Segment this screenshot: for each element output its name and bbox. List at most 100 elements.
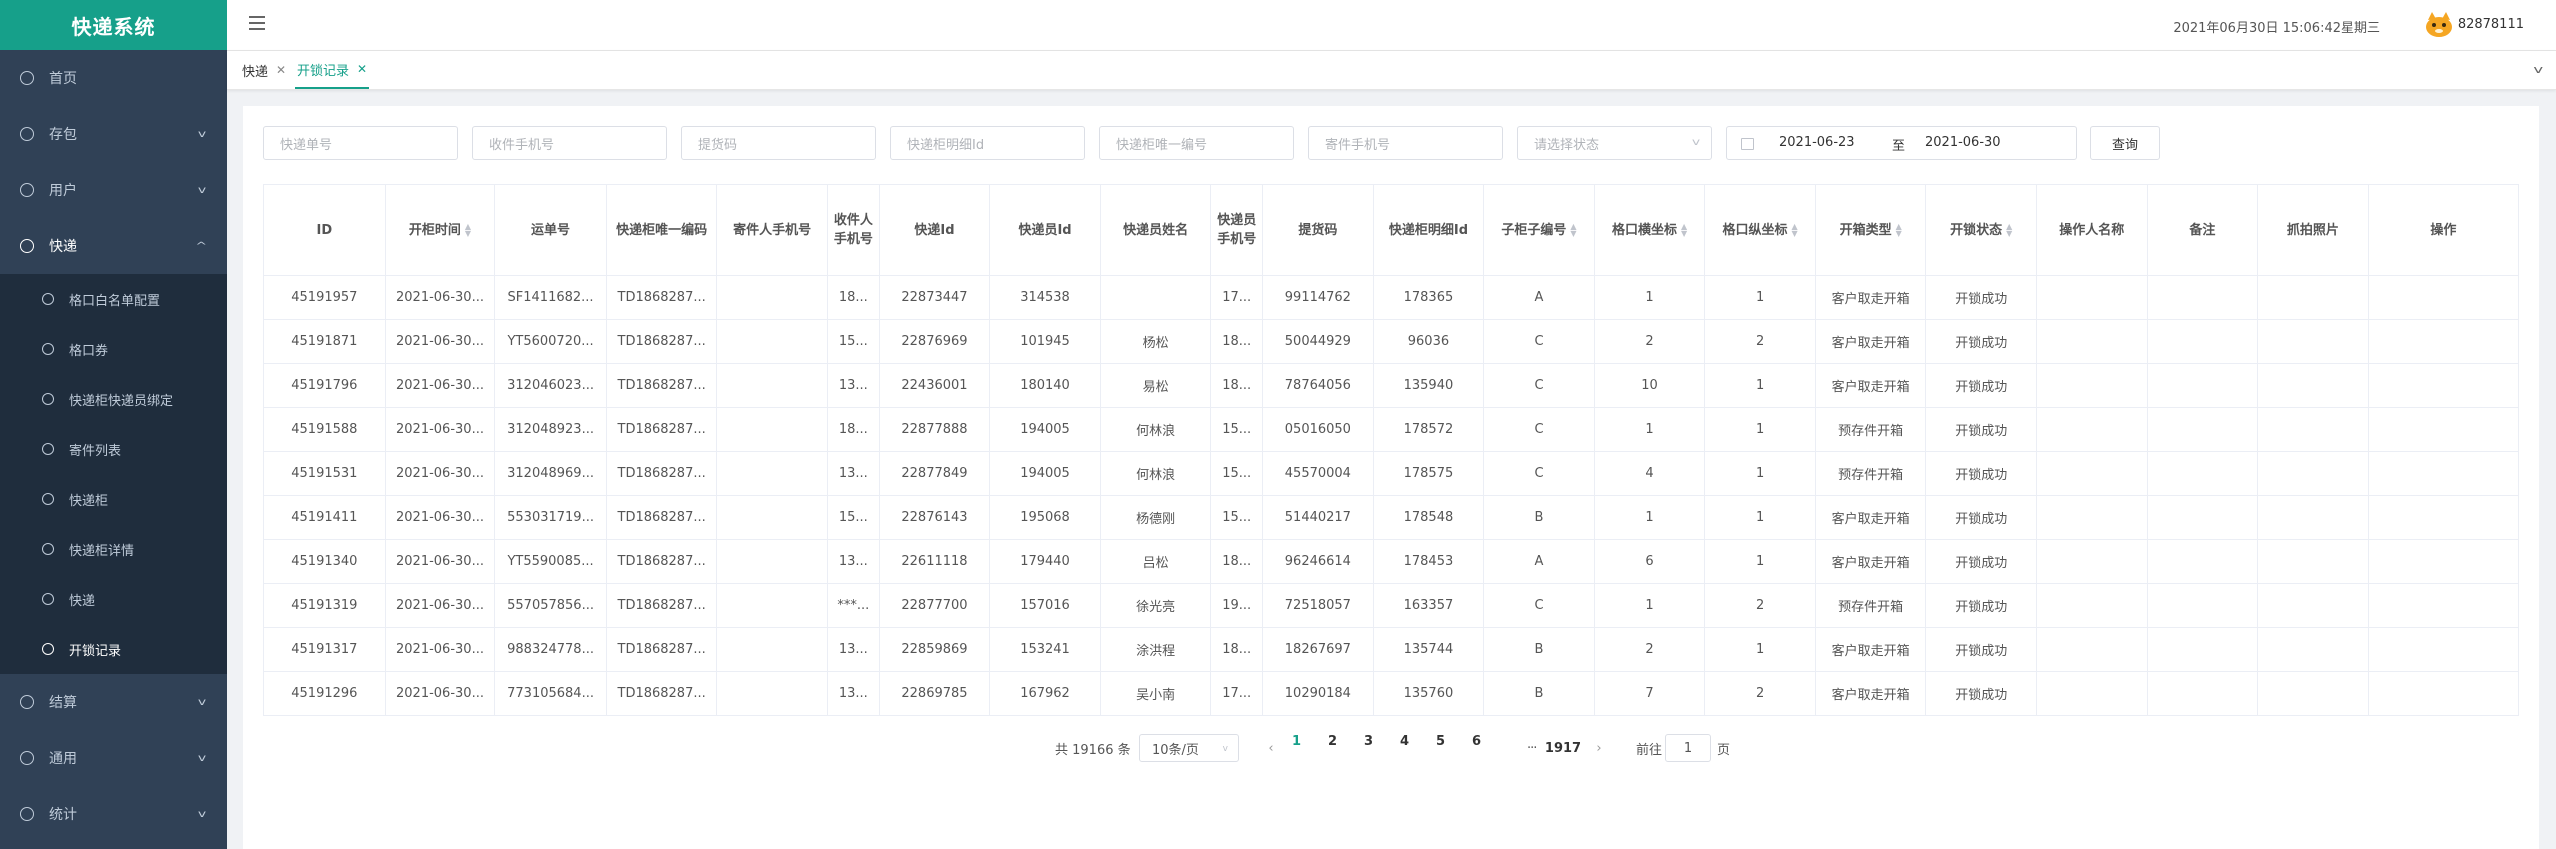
circle-icon — [20, 183, 34, 197]
tab-kuaidi[interactable]: 快递 ✕ — [242, 51, 286, 89]
table-cell: 45570004 — [1262, 451, 1374, 496]
table-row[interactable]: 45191296 2021-06-30... 773105684... TD18682… — [263, 671, 2520, 716]
table-row[interactable]: 45191796 2021-06-30... 312046023... TD18682… — [263, 363, 2520, 408]
table-cell — [2146, 275, 2259, 320]
submenu-item-kuaidi[interactable]: 快递 — [0, 574, 227, 624]
column-header[interactable]: 子柜子编号 ▲ ▼ — [1483, 184, 1595, 276]
table-cell: 195068 — [989, 495, 1101, 540]
table-row[interactable]: 45191957 2021-06-30... SF1411682... TD18682… — [263, 275, 2520, 320]
table-cell: 96246614 — [1262, 539, 1374, 584]
page-size-select[interactable]: 10条/页 v — [1139, 734, 1239, 762]
close-icon[interactable]: ✕ — [357, 62, 367, 76]
date-range-picker[interactable]: 2021-06-23 至 2021-06-30 — [1726, 126, 2077, 160]
table-cell: 312048969... — [494, 451, 607, 496]
column-header[interactable]: 格口纵坐标 ▲ ▼ — [1704, 184, 1816, 276]
sidebar-item-label: 通用 — [49, 751, 77, 767]
app-logo: 快递系统 — [0, 0, 227, 50]
table-cell: 易松 — [1099, 363, 1212, 408]
page-number[interactable]: 4 — [1400, 734, 1430, 762]
hamburger-icon[interactable] — [249, 16, 265, 32]
sort-icon[interactable]: ▲ ▼ — [2006, 223, 2012, 238]
sidebar-item-stats[interactable]: 统计 v — [0, 786, 227, 842]
close-icon[interactable]: ✕ — [276, 63, 286, 77]
table-cell — [2367, 539, 2520, 584]
prev-page-icon[interactable]: ‹ — [1259, 734, 1283, 762]
table-row[interactable]: 45191319 2021-06-30... 557057856... TD18682… — [263, 583, 2520, 628]
table-row[interactable]: 45191531 2021-06-30... 312048969... TD18682… — [263, 451, 2520, 496]
sort-icon[interactable]: ▲ ▼ — [465, 223, 471, 238]
sidebar-item-home[interactable]: 首页 — [0, 50, 227, 106]
table-row[interactable]: 45191871 2021-06-30... YT5600720... TD18682… — [263, 319, 2520, 364]
table-cell: 96036 — [1372, 319, 1485, 364]
sort-icon[interactable]: ▲ ▼ — [1570, 223, 1576, 238]
cabinet-code-input[interactable]: 快递柜唯一编号 — [1099, 126, 1294, 160]
column-header[interactable]: 开柜时间 ▲ ▼ — [384, 184, 496, 276]
column-header: 快递Id — [878, 184, 991, 276]
waybill-input[interactable]: 快递单号 — [263, 126, 458, 160]
table-row[interactable]: 45191411 2021-06-30... 553031719... TD18682… — [263, 495, 2520, 540]
date-start[interactable]: 2021-06-23 — [1779, 135, 1855, 150]
sort-icon[interactable]: ▲ ▼ — [1792, 223, 1798, 238]
column-header-label: 格口纵坐标 — [1722, 222, 1788, 238]
submenu-item-grid-coupon[interactable]: 格口券 — [0, 324, 227, 374]
sidebar-item-cunbao[interactable]: 存包 v — [0, 106, 227, 162]
table-cell: 178572 — [1372, 407, 1485, 452]
username[interactable]: 82878111 — [2458, 17, 2524, 32]
page-last[interactable]: 1917 — [1542, 734, 1584, 762]
query-button[interactable]: 查询 — [2090, 126, 2160, 160]
submenu-item-grid-whitelist[interactable]: 格口白名单配置 — [0, 274, 227, 324]
sort-icon[interactable]: ▲ ▼ — [1681, 223, 1687, 238]
page-ellipsis[interactable]: ··· — [1527, 734, 1537, 762]
table-cell: 杨德刚 — [1099, 495, 1212, 540]
table-cell: 2021-06-30... — [384, 407, 496, 452]
page-number[interactable]: 3 — [1364, 734, 1394, 762]
status-select[interactable]: 请选择状态 v — [1517, 126, 1712, 160]
table-cell: 45191871 — [263, 319, 386, 364]
table-cell: 18... — [1210, 627, 1264, 672]
column-header-label: 开锁状态 — [1950, 222, 2003, 238]
column-header: 寄件人手机号 — [716, 184, 828, 276]
table-cell: 2 — [1704, 319, 1816, 364]
column-header: 操作 — [2367, 184, 2520, 276]
page-number[interactable]: 5 — [1436, 734, 1466, 762]
table-row[interactable]: 45191340 2021-06-30... YT5590085... TD18682… — [263, 539, 2520, 584]
receiver-phone-input[interactable]: 收件手机号 — [472, 126, 667, 160]
table-cell: C — [1483, 583, 1595, 628]
next-page-icon[interactable]: › — [1587, 734, 1611, 762]
table-cell — [2257, 539, 2369, 584]
submenu-item-send-list[interactable]: 寄件列表 — [0, 424, 227, 474]
circle-icon — [42, 343, 54, 355]
page-number[interactable]: 2 — [1328, 734, 1358, 762]
submenu-item-cabinet[interactable]: 快递柜 — [0, 474, 227, 524]
sidebar-item-users[interactable]: 用户 v — [0, 162, 227, 218]
page-number[interactable]: 6 — [1472, 734, 1502, 762]
goto-page-input[interactable]: 1 — [1665, 734, 1711, 762]
column-header[interactable]: 开箱类型 ▲ ▼ — [1814, 184, 1927, 276]
sidebar-item-settlement[interactable]: 结算 v — [0, 674, 227, 730]
chevron-down-icon[interactable]: v — [2534, 63, 2544, 76]
cabinet-detail-id-input[interactable]: 快递柜明细Id — [890, 126, 1085, 160]
table-row[interactable]: 45191317 2021-06-30... 988324778... TD18682… — [263, 627, 2520, 672]
table-row[interactable]: 45191588 2021-06-30... 312048923... TD18682… — [263, 407, 2520, 452]
column-header[interactable]: 格口横坐标 ▲ ▼ — [1593, 184, 1706, 276]
column-header-label: 快递Id — [914, 222, 955, 238]
table-cell: 何林浪 — [1099, 451, 1212, 496]
sort-icon[interactable]: ▲ ▼ — [1896, 223, 1902, 238]
table-cell — [2036, 451, 2148, 496]
sidebar-item-general[interactable]: 通用 v — [0, 730, 227, 786]
column-header: 收件人手机号 — [826, 184, 880, 276]
submenu-item-courier-binding[interactable]: 快递柜快递员绑定 — [0, 374, 227, 424]
avatar[interactable] — [2424, 10, 2454, 38]
tab-unlock-records[interactable]: 开锁记录 ✕ — [295, 51, 370, 89]
column-header[interactable]: 开锁状态 ▲ ▼ — [1925, 184, 2038, 276]
page-number[interactable]: 1 — [1292, 734, 1322, 762]
table-cell: 开锁成功 — [1925, 407, 2038, 452]
pickup-code-input[interactable]: 提货码 — [681, 126, 876, 160]
sidebar-item-kuaidi[interactable]: 快递 ^ — [0, 218, 227, 274]
sender-phone-input[interactable]: 寄件手机号 — [1308, 126, 1503, 160]
table-cell: A — [1483, 275, 1595, 320]
table-cell: 50044929 — [1262, 319, 1374, 364]
submenu-item-cabinet-detail[interactable]: 快递柜详情 — [0, 524, 227, 574]
date-end[interactable]: 2021-06-30 — [1925, 135, 2001, 150]
submenu-item-unlock-records[interactable]: 开锁记录 — [0, 624, 227, 674]
